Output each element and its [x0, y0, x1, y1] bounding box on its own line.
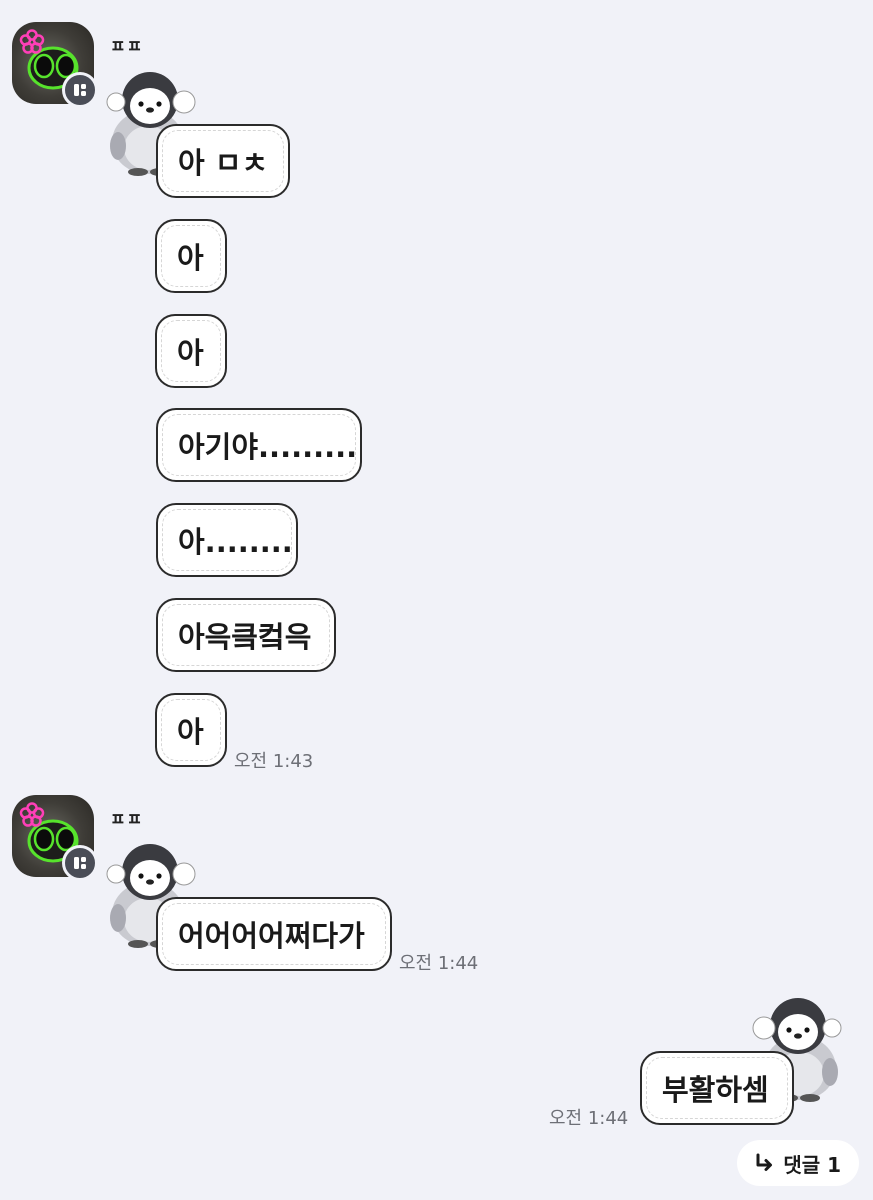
reply-count-label: 댓글 1: [783, 1152, 841, 1177]
app-badge-icon: [62, 72, 98, 108]
message-bubble[interactable]: 아윽킄컼윽: [156, 598, 336, 672]
message-bubble[interactable]: 아기야.........: [156, 408, 362, 482]
reply-arrow-icon: [753, 1152, 775, 1174]
message-bubble[interactable]: 아........: [156, 503, 298, 577]
message-timestamp: 오전 1:44: [549, 1108, 629, 1129]
message-bubble[interactable]: 어어어어쩌다가: [156, 897, 392, 971]
outgoing-message-bubble[interactable]: 부활하셈: [640, 1051, 794, 1125]
message-bubble[interactable]: 아: [155, 314, 227, 388]
app-badge-icon: [62, 845, 98, 881]
sender-avatar[interactable]: [12, 795, 98, 881]
message-bubble[interactable]: 아: [155, 693, 227, 767]
message-timestamp: 오전 1:43: [234, 751, 314, 772]
message-bubble[interactable]: 아: [155, 219, 227, 293]
sender-name: ㅍㅍ: [110, 810, 144, 830]
message-timestamp: 오전 1:44: [399, 953, 479, 974]
reply-button[interactable]: 댓글 1: [737, 1140, 859, 1186]
message-bubble[interactable]: 아 ㅁㅊ: [156, 124, 290, 198]
sender-avatar[interactable]: [12, 22, 98, 108]
sender-name: ㅍㅍ: [110, 37, 144, 57]
